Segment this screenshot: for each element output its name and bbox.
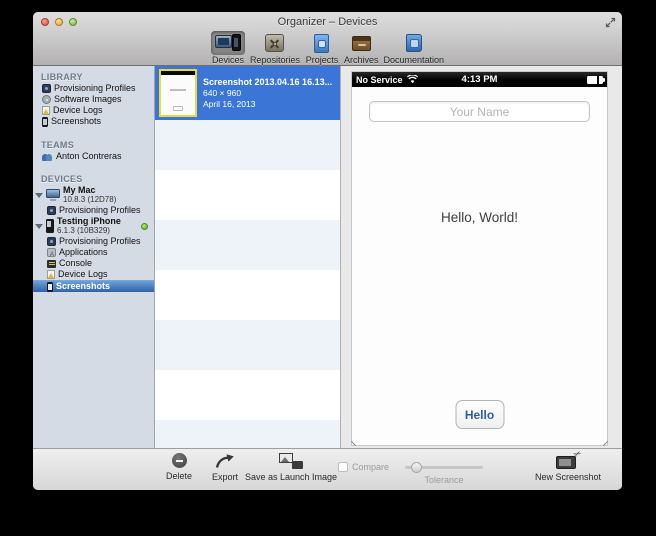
sidebar-item-iphone-applications[interactable]: Applications xyxy=(33,247,154,258)
battery-icon xyxy=(587,76,603,84)
compare-checkbox xyxy=(338,462,348,472)
device-log-icon xyxy=(47,270,55,279)
screenshot-preview-panel: No Service 4:13 PM Hello, World! Hello xyxy=(341,66,622,448)
screenshot-list: Screenshot 2013.04.16 16.13... 640 × 960… xyxy=(155,66,341,448)
fullscreen-icon[interactable] xyxy=(605,17,616,28)
console-icon xyxy=(47,260,56,268)
sidebar-item-iphone-provisioning-profiles[interactable]: Provisioning Profiles xyxy=(33,236,154,247)
iphone-icon xyxy=(46,219,54,233)
content-area: LIBRARY Provisioning Profiles Software I… xyxy=(33,66,622,448)
sidebar-item-iphone-device-logs[interactable]: Device Logs xyxy=(33,269,154,280)
empty-list-row xyxy=(155,370,340,420)
window-chrome: Organizer – Devices Devices Repositories… xyxy=(33,12,622,66)
resize-grip xyxy=(351,441,356,446)
tolerance-slider xyxy=(405,466,483,469)
resize-grip xyxy=(603,441,608,446)
main-toolbar: Devices Repositories Projects Archives D… xyxy=(33,31,622,66)
hello-world-label: Hello, World! xyxy=(352,210,607,225)
sidebar-device-my-mac[interactable]: My Mac 10.8.3 (12D78) xyxy=(33,185,154,205)
teams-header: TEAMS xyxy=(33,140,154,151)
screenshots-icon xyxy=(47,282,53,292)
sidebar-item-team-anton-contreras[interactable]: Anton Contreras xyxy=(33,151,154,162)
zoom-button[interactable] xyxy=(69,18,77,26)
screenshot-thumbnail xyxy=(159,69,197,117)
sidebar-item-mac-provisioning-profiles[interactable]: Provisioning Profiles xyxy=(33,205,154,216)
documentation-icon xyxy=(406,34,422,52)
tab-devices[interactable]: Devices xyxy=(211,31,245,65)
tab-documentation[interactable]: Documentation xyxy=(384,31,445,65)
sidebar-item-iphone-console[interactable]: Console xyxy=(33,258,154,269)
slider-thumb xyxy=(411,462,422,473)
disclosure-triangle-icon[interactable] xyxy=(35,224,43,229)
screenshots-icon xyxy=(42,117,48,127)
sidebar-device-testing-iphone[interactable]: Testing iPhone 6.1.3 (10B329) xyxy=(33,216,154,236)
mac-icon xyxy=(46,189,60,201)
provisioning-profile-icon xyxy=(47,237,56,246)
empty-list-row xyxy=(155,420,340,448)
compare-checkbox-row: Compare xyxy=(338,462,389,472)
empty-list-row xyxy=(155,320,340,370)
your-name-field[interactable] xyxy=(369,101,590,122)
tab-repositories[interactable]: Repositories xyxy=(250,31,300,65)
tab-archives[interactable]: Archives xyxy=(344,31,379,65)
save-as-launch-image-button[interactable]: Save as Launch Image xyxy=(237,453,345,482)
library-header: LIBRARY xyxy=(33,72,154,83)
screenshot-title: Screenshot 2013.04.16 16.13... xyxy=(203,77,332,88)
titlebar[interactable]: Organizer – Devices xyxy=(33,12,622,32)
save-as-launch-image-icon xyxy=(279,453,303,469)
sidebar-item-device-logs[interactable]: Device Logs xyxy=(33,105,154,116)
archives-icon xyxy=(352,36,371,51)
device-log-icon xyxy=(42,106,50,115)
disclosure-triangle-icon[interactable] xyxy=(35,193,43,198)
sidebar-item-screenshots[interactable]: Screenshots xyxy=(33,116,154,127)
projects-icon xyxy=(314,34,329,53)
applications-icon xyxy=(47,248,56,257)
bottom-toolbar: Delete Export Save as Launch Image Compa… xyxy=(33,448,622,490)
provisioning-profile-icon xyxy=(47,206,56,215)
hello-button[interactable]: Hello xyxy=(455,400,504,429)
provisioning-profile-icon xyxy=(42,84,51,93)
organizer-window: Organizer – Devices Devices Repositories… xyxy=(33,12,622,490)
devices-icon xyxy=(215,34,241,52)
traffic-lights xyxy=(41,18,77,26)
status-bar-time: 4:13 PM xyxy=(352,74,607,85)
sidebar-item-software-images[interactable]: Software Images xyxy=(33,94,154,105)
empty-list-row xyxy=(155,220,340,270)
repositories-icon xyxy=(265,34,284,52)
close-button[interactable] xyxy=(41,18,49,26)
team-icon xyxy=(42,152,53,161)
empty-list-row xyxy=(155,270,340,320)
sidebar-item-iphone-screenshots-selected[interactable]: Screenshots xyxy=(33,280,154,292)
iphone-status-bar: No Service 4:13 PM xyxy=(352,72,607,87)
devices-header: DEVICES xyxy=(33,174,154,185)
new-screenshot-button[interactable]: ✂ New Screenshot xyxy=(520,453,616,482)
screenshot-date: April 16, 2013 xyxy=(203,99,332,110)
empty-list-row xyxy=(155,170,340,220)
window-title: Organizer – Devices xyxy=(33,12,622,32)
sidebar: LIBRARY Provisioning Profiles Software I… xyxy=(33,66,155,448)
minimize-button[interactable] xyxy=(55,18,63,26)
delete-icon xyxy=(172,453,187,468)
device-screenshot-preview: No Service 4:13 PM Hello, World! Hello xyxy=(352,72,607,445)
new-screenshot-icon: ✂ xyxy=(556,453,580,469)
device-connected-status-dot xyxy=(141,223,148,230)
delete-button[interactable]: Delete xyxy=(151,453,207,481)
tab-projects[interactable]: Projects xyxy=(305,31,339,65)
export-icon xyxy=(215,453,236,469)
empty-list-row xyxy=(155,120,340,170)
screenshot-resolution: 640 × 960 xyxy=(203,88,332,99)
tolerance-label: Tolerance xyxy=(395,475,493,485)
software-image-icon xyxy=(42,95,51,104)
screenshot-list-item-selected[interactable]: Screenshot 2013.04.16 16.13... 640 × 960… xyxy=(155,66,340,120)
sidebar-item-provisioning-profiles[interactable]: Provisioning Profiles xyxy=(33,83,154,94)
